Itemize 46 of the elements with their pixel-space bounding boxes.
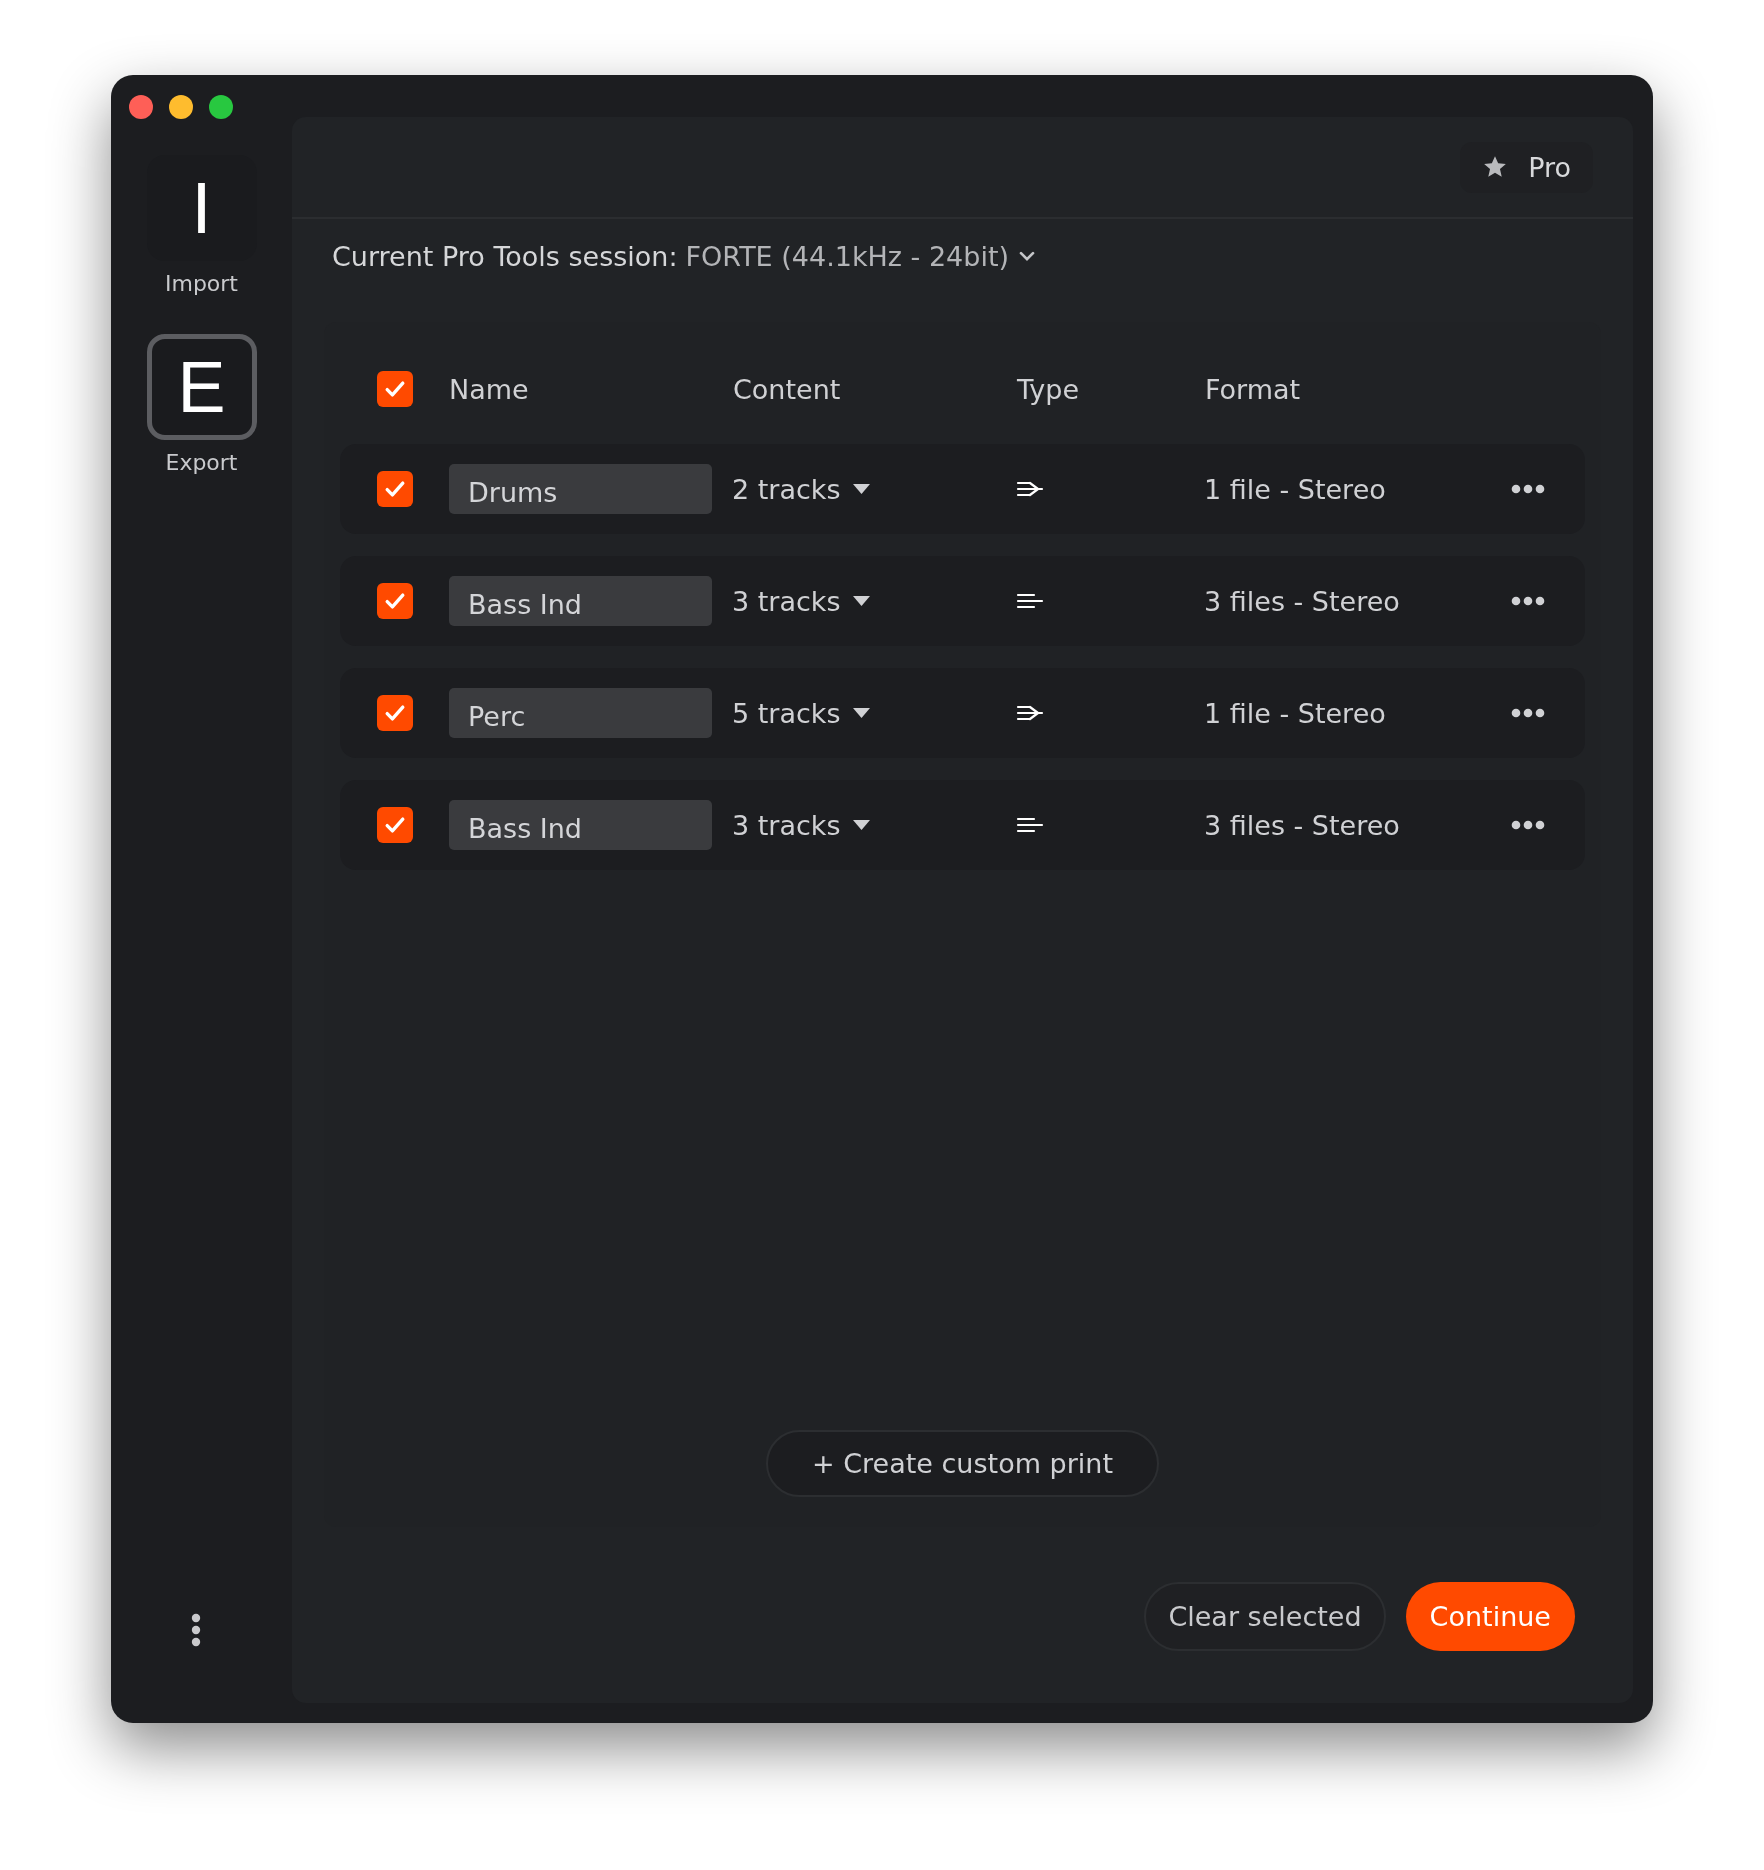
more-icon[interactable]: [190, 1612, 201, 1648]
lines-icon: [1016, 591, 1044, 611]
name-field[interactable]: Bass Ind: [449, 576, 712, 626]
column-header: Format: [1205, 373, 1301, 405]
caret-icon: [852, 820, 870, 830]
nav-label: Import: [165, 271, 238, 296]
content-dropdown[interactable]: 2 tracks: [732, 473, 1016, 505]
more-icon[interactable]: [1511, 596, 1545, 606]
merge-arrow-icon: [1016, 479, 1044, 499]
content-dropdown[interactable]: 5 tracks: [732, 697, 1016, 729]
merge-arrow-icon: [1016, 703, 1044, 723]
more-icon[interactable]: [1511, 820, 1545, 830]
pro-button[interactable]: Pro: [1460, 141, 1593, 193]
row-checkbox[interactable]: [377, 583, 413, 619]
caret-icon: [852, 596, 870, 606]
name-field[interactable]: Bass Ind: [449, 800, 712, 850]
minimize-icon[interactable]: [169, 95, 193, 119]
close-icon[interactable]: [129, 95, 153, 119]
lines-icon: [1016, 815, 1044, 835]
format-text: 3 files - Stereo: [1204, 585, 1401, 617]
format-text: 1 file - Stereo: [1204, 473, 1387, 505]
row-checkbox[interactable]: [377, 471, 413, 507]
session-label: Current Pro Tools session:: [332, 241, 678, 272]
column-header: Content: [733, 373, 842, 405]
row-checkbox[interactable]: [377, 695, 413, 731]
caret-icon: [852, 708, 870, 718]
chevron-icon: [1019, 251, 1036, 262]
select-all-checkbox[interactable]: [377, 371, 413, 407]
nav-tile[interactable]: E: [146, 334, 257, 440]
format-text: 3 files - Stereo: [1204, 809, 1401, 841]
session-dropdown[interactable]: FORTE (44.1kHz - 24bit): [685, 241, 1036, 272]
nav-label: Export: [165, 450, 238, 475]
clear-selected-button[interactable]: Clear selected: [1144, 1582, 1386, 1651]
column-header: Type: [1017, 373, 1080, 405]
zoom-icon[interactable]: [209, 95, 233, 119]
content-dropdown[interactable]: 3 tracks: [732, 585, 1016, 617]
more-icon[interactable]: [1511, 484, 1545, 494]
name-field[interactable]: Perc: [449, 688, 712, 738]
more-icon[interactable]: [1511, 708, 1545, 718]
name-field[interactable]: Drums: [449, 464, 712, 514]
create-custom-print-button[interactable]: + Create custom print: [766, 1430, 1159, 1497]
content-dropdown[interactable]: 3 tracks: [732, 809, 1016, 841]
caret-icon: [852, 484, 870, 494]
row-checkbox[interactable]: [377, 807, 413, 843]
format-text: 1 file - Stereo: [1204, 697, 1387, 729]
column-header: Name: [449, 373, 530, 405]
